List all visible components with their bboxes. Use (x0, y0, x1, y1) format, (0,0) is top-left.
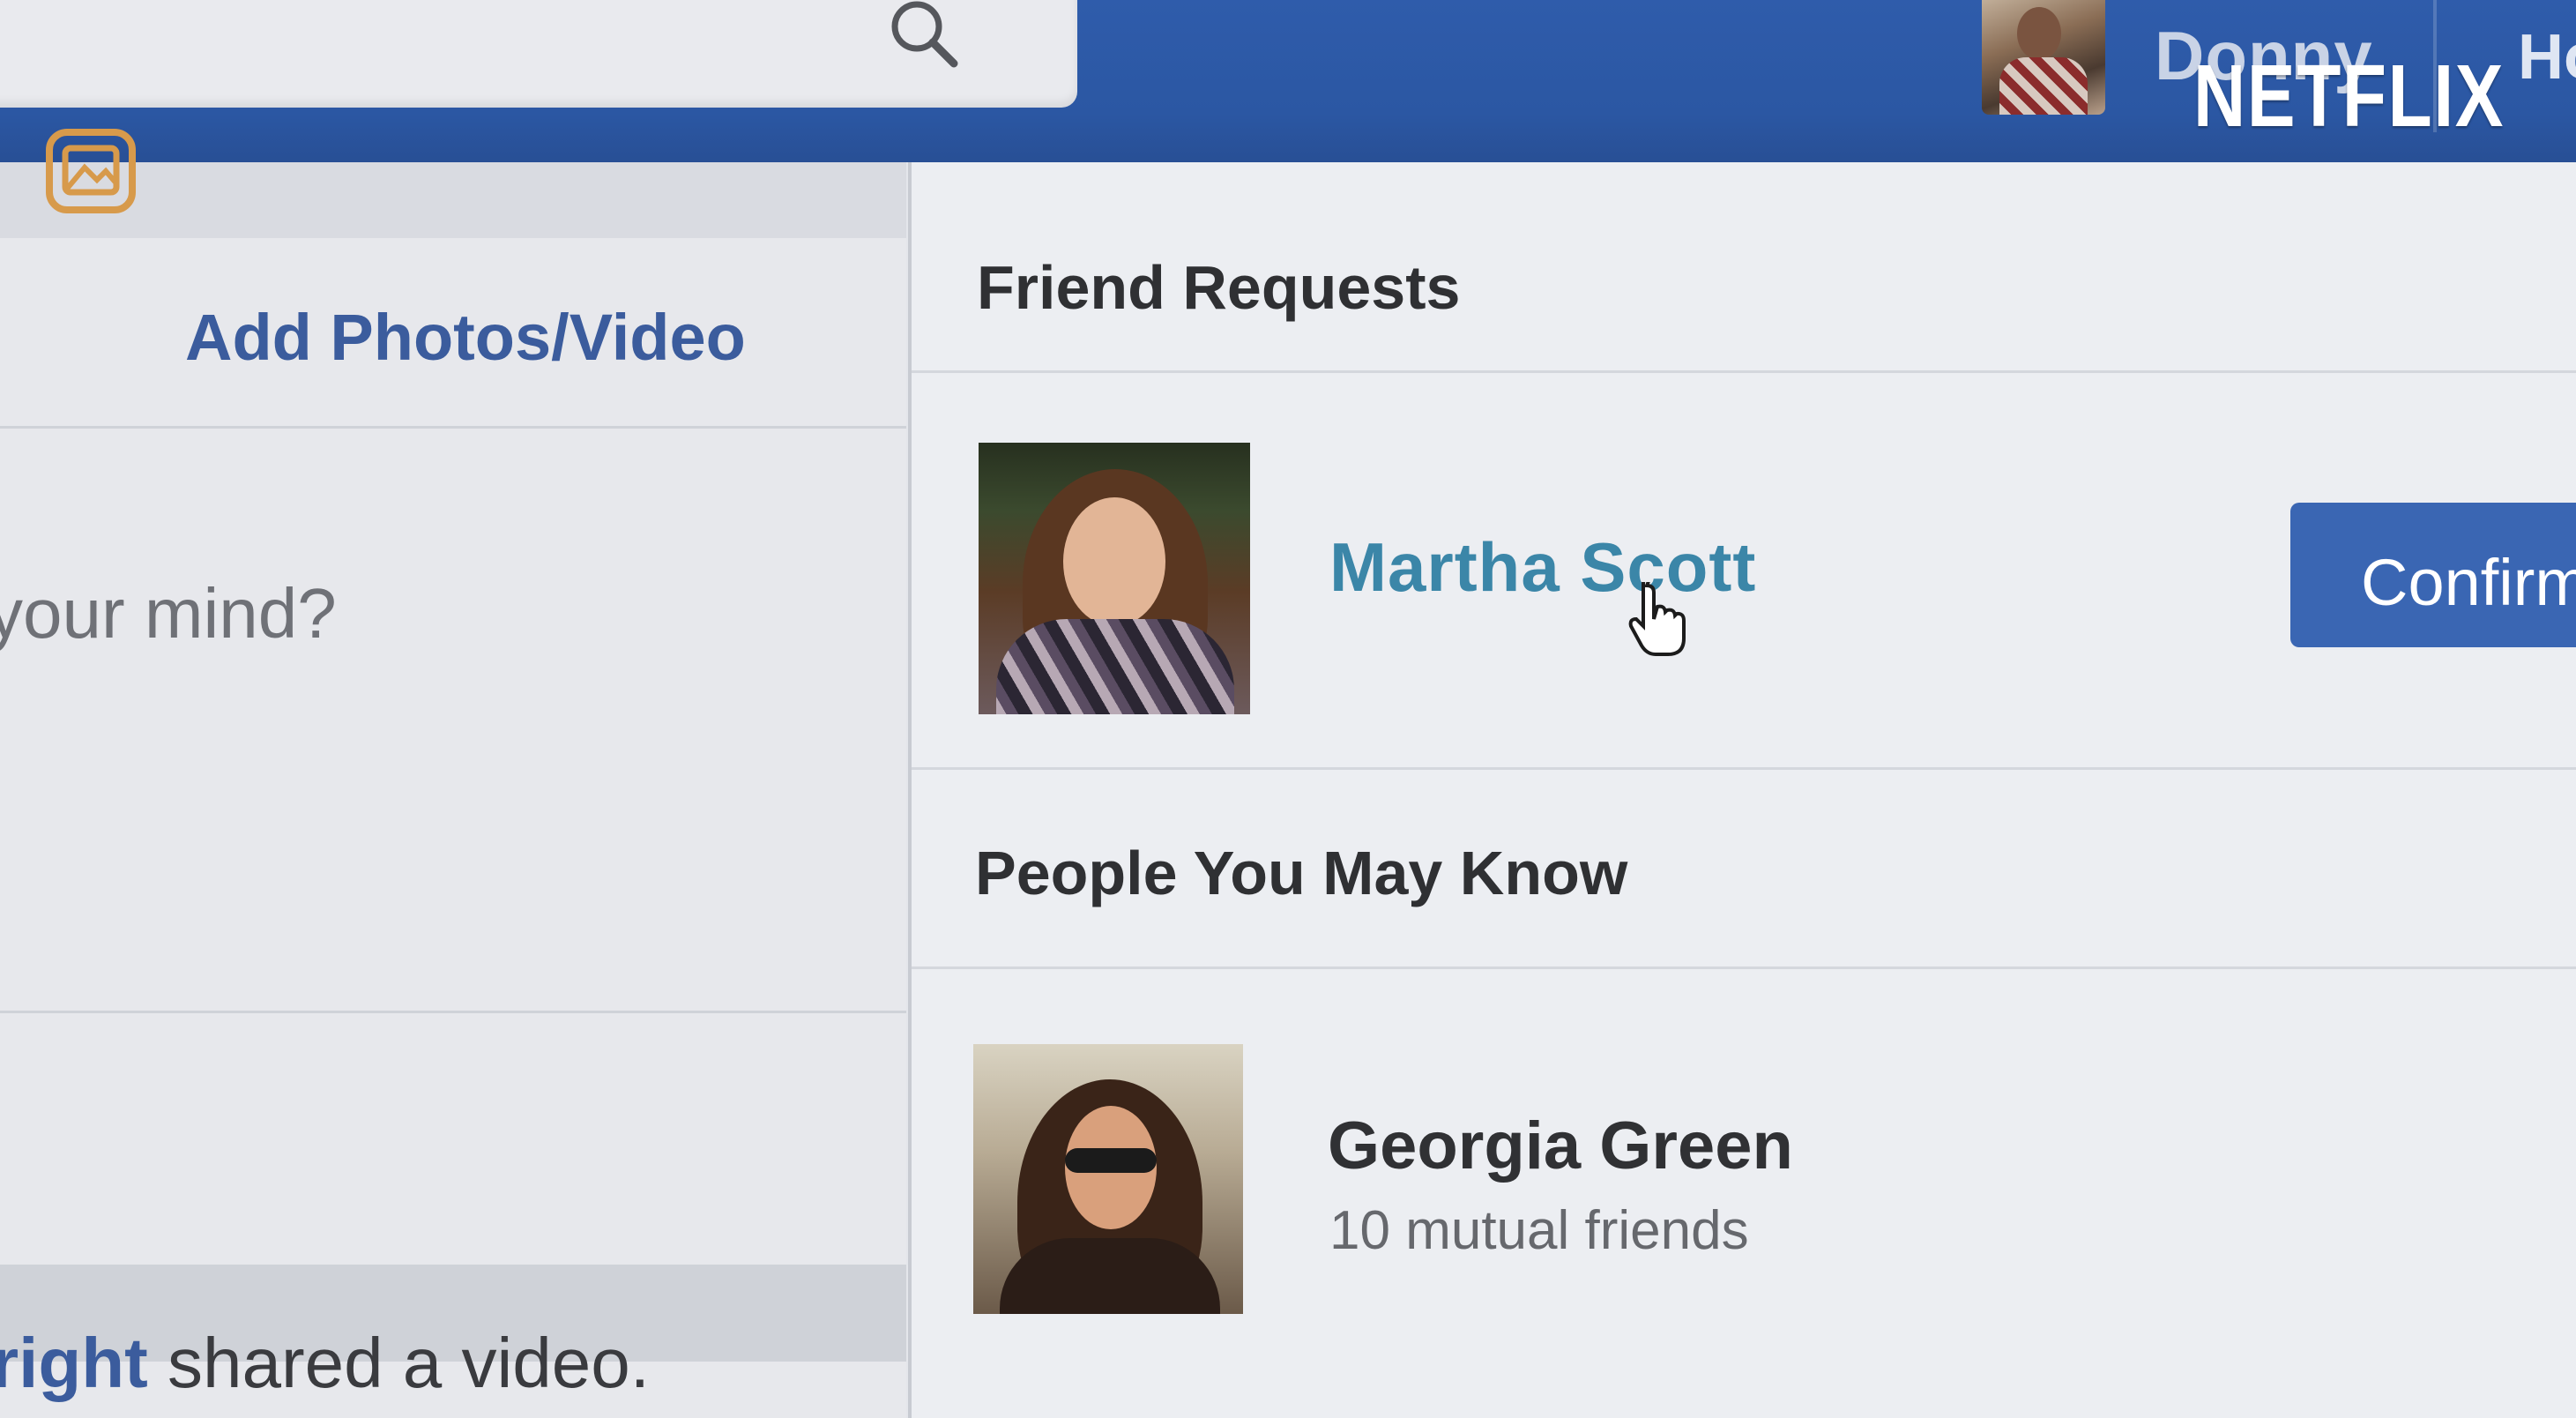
status-prompt-input[interactable]: your mind? (0, 573, 337, 654)
home-link[interactable]: Ho (2518, 21, 2576, 93)
avatar-head-shape (2017, 7, 2061, 60)
profile-avatar[interactable] (1982, 0, 2105, 115)
section-divider (912, 767, 2576, 770)
story-action-text: shared a video. (147, 1324, 650, 1402)
suggestion-name-link[interactable]: Georgia Green (1328, 1108, 1793, 1184)
request-avatar[interactable] (979, 443, 1250, 714)
top-navigation-bar: Donny NETFLIX Ho (0, 0, 2576, 162)
composer-divider (0, 1011, 906, 1013)
section-divider (912, 370, 2576, 373)
avatar-sunglasses-shape (1065, 1148, 1157, 1173)
avatar-body-shape (1000, 1238, 1220, 1314)
search-input[interactable] (0, 0, 1077, 108)
section-divider (912, 966, 2576, 969)
people-you-may-know-title: People You May Know (975, 839, 1628, 907)
add-photos-video-button[interactable]: Add Photos/Video (185, 300, 746, 375)
avatar-shirt-shape (1999, 57, 2088, 115)
confirm-button[interactable]: Confirm (2290, 503, 2576, 647)
friend-requests-title: Friend Requests (977, 253, 1461, 322)
avatar-top-shape (996, 619, 1234, 714)
netflix-watermark: NETFLIX (2193, 47, 2505, 146)
photo-icon[interactable] (44, 127, 138, 215)
mutual-friends-count[interactable]: 10 mutual friends (1329, 1199, 1749, 1262)
nav-divider (2433, 0, 2437, 132)
suggestion-avatar[interactable] (973, 1044, 1243, 1314)
search-icon[interactable] (882, 0, 970, 79)
screen: Donny NETFLIX Ho Add Photos/Video your m… (0, 0, 2576, 1418)
story-actor-link[interactable]: right (0, 1324, 148, 1402)
hand-cursor-icon (1628, 582, 1686, 656)
feed-story-line: right shared a video. (0, 1323, 650, 1404)
avatar-face-shape (1063, 497, 1165, 626)
request-name-link[interactable]: Martha Scott (1329, 527, 1756, 608)
